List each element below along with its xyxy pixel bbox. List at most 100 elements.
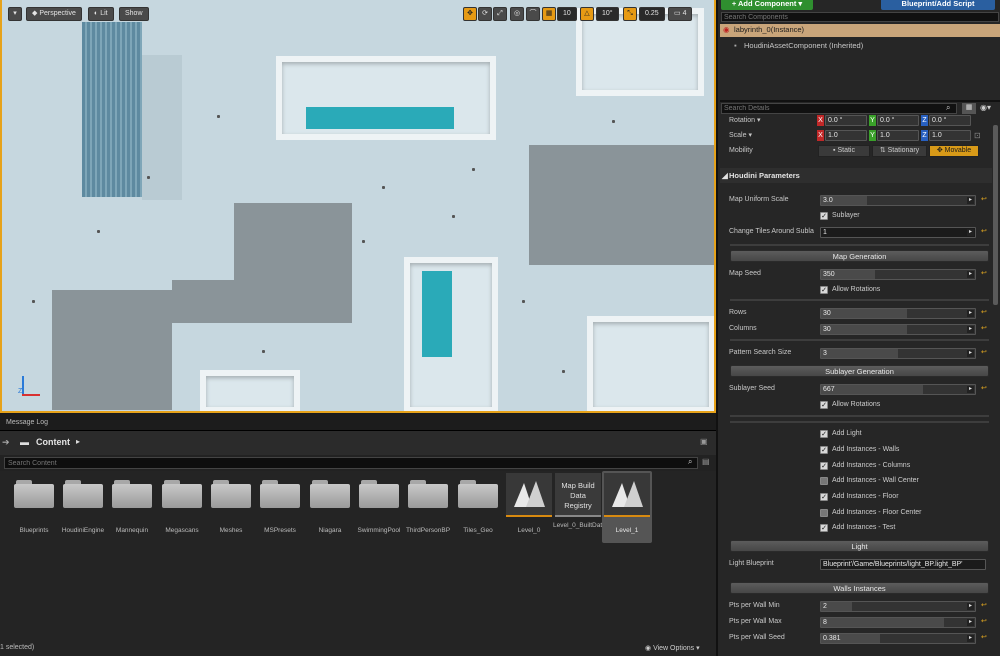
folder-label: Blueprints <box>19 527 49 534</box>
reset-icon[interactable]: ↩ <box>981 309 987 317</box>
content-breadcrumb[interactable]: Content <box>36 437 70 447</box>
add-columns-checkbox[interactable]: ✓ <box>820 462 828 470</box>
reset-icon[interactable]: ↩ <box>981 270 987 278</box>
light-header[interactable]: Light <box>730 540 989 552</box>
reset-icon[interactable]: ↩ <box>981 618 987 626</box>
search-icon[interactable]: ⌕ <box>688 457 692 467</box>
light-blueprint-field[interactable]: Blueprint'/Game/Blueprints/light_BP.ligh… <box>820 559 986 570</box>
folder-tile[interactable] <box>310 480 350 508</box>
pts-min-slider[interactable]: 2 ▸ <box>820 601 976 612</box>
add-test-checkbox[interactable]: ✓ <box>820 524 828 532</box>
folder-tile[interactable] <box>408 480 448 508</box>
lock-icon[interactable]: ▣ <box>700 437 708 446</box>
search-components-input[interactable] <box>721 12 999 22</box>
mobility-static-button[interactable]: ▪ Static <box>818 145 870 157</box>
pattern-search-size-slider[interactable]: 3 ▸ <box>820 348 976 359</box>
perspective-button[interactable]: ◆ Perspective <box>26 7 82 21</box>
walls-instances-header[interactable]: Walls Instances <box>730 582 989 594</box>
sublayer-generation-header[interactable]: Sublayer Generation <box>730 365 989 377</box>
content-search-input[interactable] <box>4 457 698 469</box>
pool <box>422 271 452 357</box>
rotation-snap-icon[interactable]: △ <box>580 7 594 21</box>
floor-patch <box>529 145 714 265</box>
add-floor-checkbox[interactable]: ✓ <box>820 493 828 501</box>
map-seed-row: Map Seed 350 ▸ ↩ <box>729 269 987 280</box>
mobility-movable-button[interactable]: ✥ Movable <box>929 145 979 157</box>
houdini-parameters-header[interactable]: ◢ Houdini Parameters <box>720 168 992 183</box>
view-options-button[interactable]: ◉ View Options ▾ <box>645 644 700 652</box>
builtdata-asset-tile[interactable]: Map Build Data Registry <box>555 473 601 517</box>
add-light-checkbox[interactable]: ✓ <box>820 430 828 438</box>
world-icon[interactable]: ◎ <box>510 7 524 21</box>
viewport-menu-button[interactable]: ▾ <box>8 7 22 21</box>
folder-tile[interactable] <box>359 480 399 508</box>
change-tiles-field[interactable]: 1 ▸ <box>820 227 976 238</box>
folder-tile[interactable] <box>211 480 251 508</box>
sublayer-seed-slider[interactable]: 667 ▸ <box>820 384 976 395</box>
camera-speed-button[interactable]: ▭ 4 <box>668 7 693 21</box>
rotation-y-field[interactable]: 0.0 ° <box>877 115 919 126</box>
reset-icon[interactable]: ↩ <box>981 228 987 236</box>
folder-tile[interactable] <box>112 480 152 508</box>
mobility-stationary-button[interactable]: ⇅ Stationary <box>872 145 927 157</box>
reset-icon[interactable]: ↩ <box>981 385 987 393</box>
rotate-icon[interactable]: ⟳ <box>478 7 492 21</box>
folder-tile[interactable] <box>63 480 103 508</box>
surface-snap-icon[interactable]: ⌒ <box>526 7 540 21</box>
add-walls-checkbox[interactable]: ✓ <box>820 446 828 454</box>
instance-row[interactable]: ◉ labyrinth_0(Instance) <box>720 24 1000 37</box>
scale-snap-icon[interactable]: ⤡ <box>623 7 637 21</box>
houdini-component-row[interactable]: ▪ HoudiniAssetComponent (Inherited) <box>720 40 1000 53</box>
reset-icon[interactable]: ↩ <box>981 325 987 333</box>
rotation-z-field[interactable]: 0.0 ° <box>929 115 971 126</box>
reset-icon[interactable]: ↩ <box>981 602 987 610</box>
sublayer-checkbox[interactable]: ✓ <box>820 212 828 220</box>
allow-rotations-checkbox[interactable]: ✓ <box>820 286 828 294</box>
reset-icon[interactable]: ↩ <box>981 634 987 642</box>
scale-x-field[interactable]: 1.0 <box>825 130 867 141</box>
back-arrow-icon[interactable]: ➔ <box>2 437 10 448</box>
level-viewport[interactable]: ▾ ◆ Perspective ◐ Lit Show ✥ ⟳ ⤢ ◎ ⌒ ▦ 1… <box>0 0 716 413</box>
scale-y-field[interactable]: 1.0 <box>877 130 919 141</box>
eye-icon[interactable]: ◉▾ <box>980 103 991 112</box>
grid-snap-icon[interactable]: ▦ <box>542 7 556 21</box>
allow-rotations-2-checkbox[interactable]: ✓ <box>820 401 828 409</box>
grid-snap-value[interactable]: 10 <box>557 7 577 21</box>
reset-icon[interactable]: ↩ <box>981 349 987 357</box>
translate-icon[interactable]: ✥ <box>463 7 477 21</box>
add-floor-center-checkbox[interactable] <box>820 509 828 517</box>
add-wall-center-checkbox[interactable] <box>820 477 828 485</box>
content-status-bar: 1 selected) ◉ View Options ▾ <box>0 641 716 656</box>
show-button[interactable]: Show <box>119 7 149 21</box>
lock-icon[interactable]: ⊡ <box>974 131 981 140</box>
chevron-right-icon[interactable]: ▸ <box>76 437 80 446</box>
map-uniform-scale-slider[interactable]: 3.0 ▸ <box>820 195 976 206</box>
rows-slider[interactable]: 30 ▸ <box>820 308 976 319</box>
search-icon[interactable]: ⌕ <box>946 103 950 113</box>
level-asset-tile-selected[interactable] <box>604 473 650 517</box>
rotation-snap-value[interactable]: 10° <box>596 7 619 21</box>
pool-room <box>404 257 498 411</box>
scale-icon[interactable]: ⤢ <box>493 7 507 21</box>
map-seed-slider[interactable]: 350 ▸ <box>820 269 976 280</box>
scale-z-field[interactable]: 1.0 <box>929 130 971 141</box>
folder-tile[interactable] <box>458 480 498 508</box>
rotation-x-field[interactable]: 0.0 ° <box>825 115 867 126</box>
lit-button[interactable]: ◐ Lit <box>88 7 114 21</box>
details-scrollbar[interactable] <box>993 125 998 305</box>
blueprint-script-button[interactable]: Blueprint/Add Script <box>881 0 995 10</box>
add-component-button[interactable]: + Add Component ▾ <box>721 0 813 10</box>
folder-tile[interactable] <box>162 480 202 508</box>
columns-slider[interactable]: 30 ▸ <box>820 324 976 335</box>
level-asset-tile[interactable] <box>506 473 552 517</box>
scale-snap-value[interactable]: 0.25 <box>639 7 665 21</box>
pts-seed-slider[interactable]: 0.381 ▸ <box>820 633 976 644</box>
reset-icon[interactable]: ↩ <box>981 196 987 204</box>
blueprint-icon: ◉ <box>723 25 730 34</box>
pts-max-slider[interactable]: 8 ▸ <box>820 617 976 628</box>
folder-tile[interactable] <box>260 480 300 508</box>
folder-tile[interactable] <box>14 480 54 508</box>
message-log-tab[interactable]: Message Log <box>0 414 716 431</box>
map-generation-header[interactable]: Map Generation <box>730 250 989 262</box>
filter-icon[interactable]: ▤ <box>702 457 710 466</box>
